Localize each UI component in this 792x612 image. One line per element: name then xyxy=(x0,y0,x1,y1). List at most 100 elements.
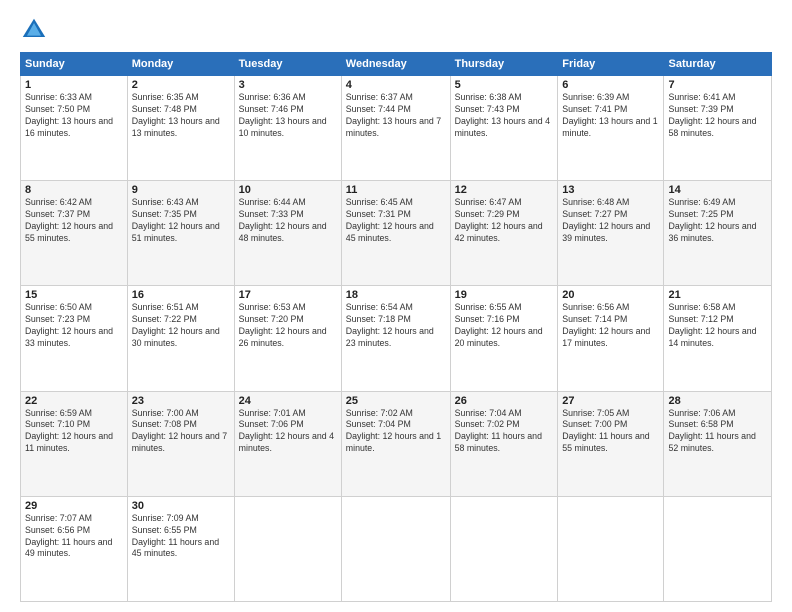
calendar-header: SundayMondayTuesdayWednesdayThursdayFrid… xyxy=(21,53,772,76)
calendar-cell: 21Sunrise: 6:58 AMSunset: 7:12 PMDayligh… xyxy=(664,286,772,391)
calendar-cell: 29Sunrise: 7:07 AMSunset: 6:56 PMDayligh… xyxy=(21,496,128,601)
day-number: 13 xyxy=(562,184,659,196)
calendar-cell: 12Sunrise: 6:47 AMSunset: 7:29 PMDayligh… xyxy=(450,181,558,286)
day-number: 2 xyxy=(132,79,230,91)
day-number: 11 xyxy=(346,184,446,196)
day-info: Sunrise: 6:58 AMSunset: 7:12 PMDaylight:… xyxy=(668,302,767,350)
day-info: Sunrise: 7:00 AMSunset: 7:08 PMDaylight:… xyxy=(132,408,230,456)
day-number: 6 xyxy=(562,79,659,91)
day-number: 27 xyxy=(562,395,659,407)
day-info: Sunrise: 6:54 AMSunset: 7:18 PMDaylight:… xyxy=(346,302,446,350)
day-info: Sunrise: 6:35 AMSunset: 7:48 PMDaylight:… xyxy=(132,92,230,140)
day-info: Sunrise: 7:02 AMSunset: 7:04 PMDaylight:… xyxy=(346,408,446,456)
day-number: 3 xyxy=(239,79,337,91)
day-number: 14 xyxy=(668,184,767,196)
calendar-cell: 3Sunrise: 6:36 AMSunset: 7:46 PMDaylight… xyxy=(234,76,341,181)
day-info: Sunrise: 7:04 AMSunset: 7:02 PMDaylight:… xyxy=(455,408,554,456)
calendar-cell: 2Sunrise: 6:35 AMSunset: 7:48 PMDaylight… xyxy=(127,76,234,181)
calendar-cell: 15Sunrise: 6:50 AMSunset: 7:23 PMDayligh… xyxy=(21,286,128,391)
calendar-cell: 10Sunrise: 6:44 AMSunset: 7:33 PMDayligh… xyxy=(234,181,341,286)
calendar-cell: 6Sunrise: 6:39 AMSunset: 7:41 PMDaylight… xyxy=(558,76,664,181)
calendar-row: 15Sunrise: 6:50 AMSunset: 7:23 PMDayligh… xyxy=(21,286,772,391)
calendar-cell xyxy=(234,496,341,601)
day-info: Sunrise: 6:38 AMSunset: 7:43 PMDaylight:… xyxy=(455,92,554,140)
day-number: 25 xyxy=(346,395,446,407)
day-number: 28 xyxy=(668,395,767,407)
calendar-cell: 7Sunrise: 6:41 AMSunset: 7:39 PMDaylight… xyxy=(664,76,772,181)
col-header-thursday: Thursday xyxy=(450,53,558,76)
day-info: Sunrise: 6:51 AMSunset: 7:22 PMDaylight:… xyxy=(132,302,230,350)
day-info: Sunrise: 6:47 AMSunset: 7:29 PMDaylight:… xyxy=(455,197,554,245)
day-info: Sunrise: 7:06 AMSunset: 6:58 PMDaylight:… xyxy=(668,408,767,456)
logo-icon xyxy=(20,16,48,44)
calendar-table: SundayMondayTuesdayWednesdayThursdayFrid… xyxy=(20,52,772,602)
calendar-cell: 13Sunrise: 6:48 AMSunset: 7:27 PMDayligh… xyxy=(558,181,664,286)
calendar-cell: 25Sunrise: 7:02 AMSunset: 7:04 PMDayligh… xyxy=(341,391,450,496)
calendar-cell: 23Sunrise: 7:00 AMSunset: 7:08 PMDayligh… xyxy=(127,391,234,496)
day-info: Sunrise: 6:45 AMSunset: 7:31 PMDaylight:… xyxy=(346,197,446,245)
calendar-cell xyxy=(341,496,450,601)
day-info: Sunrise: 7:07 AMSunset: 6:56 PMDaylight:… xyxy=(25,513,123,561)
day-number: 15 xyxy=(25,289,123,301)
calendar-cell: 27Sunrise: 7:05 AMSunset: 7:00 PMDayligh… xyxy=(558,391,664,496)
calendar-cell: 4Sunrise: 6:37 AMSunset: 7:44 PMDaylight… xyxy=(341,76,450,181)
day-info: Sunrise: 6:44 AMSunset: 7:33 PMDaylight:… xyxy=(239,197,337,245)
day-info: Sunrise: 6:53 AMSunset: 7:20 PMDaylight:… xyxy=(239,302,337,350)
day-info: Sunrise: 7:09 AMSunset: 6:55 PMDaylight:… xyxy=(132,513,230,561)
col-header-saturday: Saturday xyxy=(664,53,772,76)
calendar-row: 1Sunrise: 6:33 AMSunset: 7:50 PMDaylight… xyxy=(21,76,772,181)
day-info: Sunrise: 6:39 AMSunset: 7:41 PMDaylight:… xyxy=(562,92,659,140)
day-info: Sunrise: 6:37 AMSunset: 7:44 PMDaylight:… xyxy=(346,92,446,140)
day-number: 22 xyxy=(25,395,123,407)
day-number: 29 xyxy=(25,500,123,512)
day-number: 10 xyxy=(239,184,337,196)
calendar-cell: 17Sunrise: 6:53 AMSunset: 7:20 PMDayligh… xyxy=(234,286,341,391)
calendar-cell: 9Sunrise: 6:43 AMSunset: 7:35 PMDaylight… xyxy=(127,181,234,286)
calendar-cell xyxy=(450,496,558,601)
calendar-body: 1Sunrise: 6:33 AMSunset: 7:50 PMDaylight… xyxy=(21,76,772,602)
calendar-cell: 16Sunrise: 6:51 AMSunset: 7:22 PMDayligh… xyxy=(127,286,234,391)
calendar-cell: 1Sunrise: 6:33 AMSunset: 7:50 PMDaylight… xyxy=(21,76,128,181)
day-number: 8 xyxy=(25,184,123,196)
col-header-wednesday: Wednesday xyxy=(341,53,450,76)
day-info: Sunrise: 6:33 AMSunset: 7:50 PMDaylight:… xyxy=(25,92,123,140)
page: SundayMondayTuesdayWednesdayThursdayFrid… xyxy=(0,0,792,612)
calendar-cell: 5Sunrise: 6:38 AMSunset: 7:43 PMDaylight… xyxy=(450,76,558,181)
day-number: 9 xyxy=(132,184,230,196)
calendar-cell: 18Sunrise: 6:54 AMSunset: 7:18 PMDayligh… xyxy=(341,286,450,391)
header xyxy=(20,16,772,44)
day-info: Sunrise: 6:56 AMSunset: 7:14 PMDaylight:… xyxy=(562,302,659,350)
day-number: 19 xyxy=(455,289,554,301)
calendar-cell: 20Sunrise: 6:56 AMSunset: 7:14 PMDayligh… xyxy=(558,286,664,391)
day-info: Sunrise: 6:43 AMSunset: 7:35 PMDaylight:… xyxy=(132,197,230,245)
col-header-sunday: Sunday xyxy=(21,53,128,76)
day-number: 17 xyxy=(239,289,337,301)
day-info: Sunrise: 6:36 AMSunset: 7:46 PMDaylight:… xyxy=(239,92,337,140)
day-number: 16 xyxy=(132,289,230,301)
calendar-cell: 30Sunrise: 7:09 AMSunset: 6:55 PMDayligh… xyxy=(127,496,234,601)
calendar-row: 8Sunrise: 6:42 AMSunset: 7:37 PMDaylight… xyxy=(21,181,772,286)
day-number: 1 xyxy=(25,79,123,91)
calendar-cell: 22Sunrise: 6:59 AMSunset: 7:10 PMDayligh… xyxy=(21,391,128,496)
calendar-cell: 11Sunrise: 6:45 AMSunset: 7:31 PMDayligh… xyxy=(341,181,450,286)
day-number: 7 xyxy=(668,79,767,91)
day-info: Sunrise: 6:50 AMSunset: 7:23 PMDaylight:… xyxy=(25,302,123,350)
col-header-monday: Monday xyxy=(127,53,234,76)
logo xyxy=(20,16,52,44)
day-number: 20 xyxy=(562,289,659,301)
day-number: 21 xyxy=(668,289,767,301)
day-info: Sunrise: 6:48 AMSunset: 7:27 PMDaylight:… xyxy=(562,197,659,245)
day-info: Sunrise: 7:05 AMSunset: 7:00 PMDaylight:… xyxy=(562,408,659,456)
day-number: 26 xyxy=(455,395,554,407)
day-info: Sunrise: 6:49 AMSunset: 7:25 PMDaylight:… xyxy=(668,197,767,245)
calendar-cell: 19Sunrise: 6:55 AMSunset: 7:16 PMDayligh… xyxy=(450,286,558,391)
calendar-cell: 8Sunrise: 6:42 AMSunset: 7:37 PMDaylight… xyxy=(21,181,128,286)
day-info: Sunrise: 6:41 AMSunset: 7:39 PMDaylight:… xyxy=(668,92,767,140)
day-number: 12 xyxy=(455,184,554,196)
calendar-row: 22Sunrise: 6:59 AMSunset: 7:10 PMDayligh… xyxy=(21,391,772,496)
day-info: Sunrise: 7:01 AMSunset: 7:06 PMDaylight:… xyxy=(239,408,337,456)
day-number: 4 xyxy=(346,79,446,91)
col-header-friday: Friday xyxy=(558,53,664,76)
day-info: Sunrise: 6:55 AMSunset: 7:16 PMDaylight:… xyxy=(455,302,554,350)
day-number: 5 xyxy=(455,79,554,91)
